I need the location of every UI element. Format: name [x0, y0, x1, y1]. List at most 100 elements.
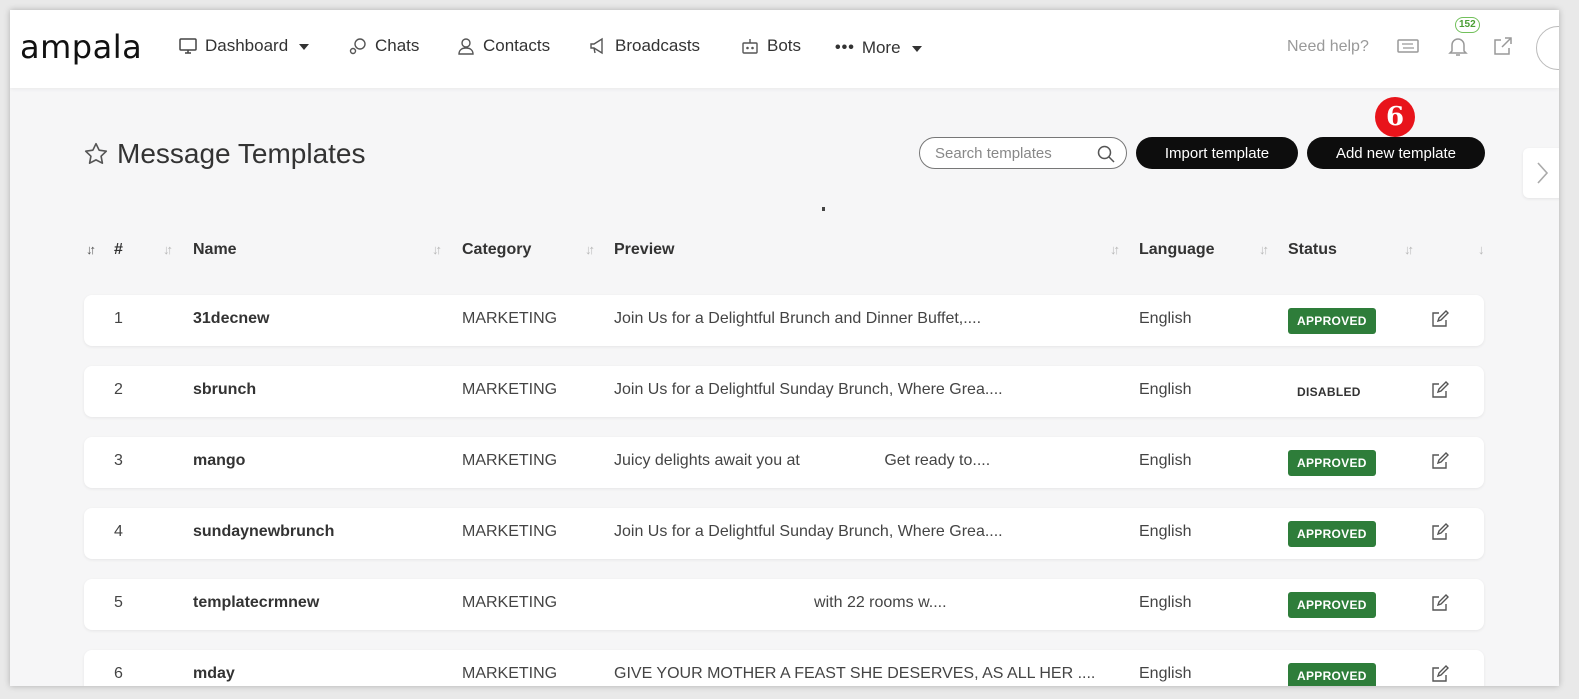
column-category[interactable]: Category: [462, 241, 531, 259]
column-status[interactable]: Status: [1288, 241, 1337, 259]
template-name[interactable]: templatecrmnew: [193, 594, 319, 612]
template-category: MARKETING: [462, 381, 558, 398]
row-number: 1: [114, 310, 123, 327]
column-name[interactable]: Name: [193, 241, 237, 259]
nav-chats-label: Chats: [375, 36, 420, 55]
nav-bots[interactable]: Bots: [740, 36, 801, 56]
chevron-down-icon: [299, 44, 310, 50]
template-preview: Join Us for a Delightful Brunch and Dinn…: [614, 310, 982, 327]
sort-icon[interactable]: ↓↑: [86, 242, 96, 257]
template-preview: GIVE YOUR MOTHER A FEAST SHE DESERVES, A…: [614, 665, 1096, 682]
status-badge: DISABLED: [1297, 385, 1361, 399]
nav-broadcasts-label: Broadcasts: [615, 36, 701, 55]
status-badge: APPROVED: [1288, 308, 1376, 334]
nav-dashboard[interactable]: Dashboard: [178, 36, 310, 56]
chevron-down-icon: [911, 46, 922, 52]
edit-icon[interactable]: [1430, 593, 1450, 613]
template-category: MARKETING: [462, 594, 558, 611]
table-header: ↓↑ # ↓↑ Name ↓↑ Category ↓↑ Preview ↓↑ L…: [84, 238, 1484, 266]
template-preview: Juicy delights await you at Get ready to…: [614, 452, 991, 469]
nav-contacts[interactable]: Contacts: [456, 36, 550, 56]
search-box[interactable]: [919, 137, 1127, 169]
column-index[interactable]: #: [114, 241, 123, 259]
avatar[interactable]: [1536, 26, 1559, 70]
robot-icon: [742, 39, 758, 54]
status-badge: APPROVED: [1288, 450, 1376, 476]
table-row[interactable]: 6 mday MARKETING GIVE YOUR MOTHER A FEAS…: [84, 650, 1484, 686]
column-preview[interactable]: Preview: [614, 241, 674, 259]
edit-icon[interactable]: [1430, 309, 1450, 329]
sort-icon[interactable]: ↓: [1478, 242, 1484, 257]
template-language: English: [1139, 381, 1192, 398]
row-number: 4: [114, 523, 123, 540]
sort-icon[interactable]: ↓↑: [1110, 242, 1120, 257]
app-window: ampala Dashboard Chats Contacts Broadcas…: [10, 10, 1559, 686]
template-name[interactable]: 31decnew: [193, 310, 269, 328]
notification-badge: 152: [1455, 17, 1480, 33]
row-number: 6: [114, 665, 123, 682]
edit-icon[interactable]: [1430, 380, 1450, 400]
template-name[interactable]: sbrunch: [193, 381, 256, 399]
nav-chats[interactable]: Chats: [348, 36, 419, 56]
chat-bubble-icon: [349, 38, 366, 55]
nav-dashboard-label: Dashboard: [205, 36, 289, 55]
template-category: MARKETING: [462, 310, 558, 327]
add-new-template-button[interactable]: Add new template: [1307, 137, 1485, 169]
star-icon[interactable]: [83, 141, 109, 167]
nav-more-label: More: [861, 38, 901, 57]
page-title: Message Templates: [117, 138, 366, 169]
import-template-button[interactable]: Import template: [1136, 137, 1298, 169]
template-preview: Join Us for a Delightful Sunday Brunch, …: [614, 523, 1003, 540]
edit-icon[interactable]: [1430, 522, 1450, 542]
bell-icon[interactable]: [1446, 34, 1470, 58]
sort-icon[interactable]: ↓↑: [432, 242, 442, 257]
table-row[interactable]: 2 sbrunch MARKETING Join Us for a Deligh…: [84, 366, 1484, 417]
template-category: MARKETING: [462, 665, 558, 682]
template-preview: Join Us for a Delightful Sunday Brunch, …: [614, 381, 1003, 398]
monitor-icon: [179, 38, 197, 54]
template-category: MARKETING: [462, 523, 558, 540]
help-link[interactable]: Need help?: [1287, 38, 1369, 56]
row-number: 2: [114, 381, 123, 398]
template-language: English: [1139, 452, 1192, 469]
nav-contacts-label: Contacts: [483, 36, 551, 55]
table-row[interactable]: 5 templatecrmnew MARKETING with 22 rooms…: [84, 579, 1484, 630]
step-marker: 6: [1375, 97, 1415, 137]
edit-icon[interactable]: [1430, 451, 1450, 471]
template-name[interactable]: mday: [193, 665, 235, 683]
template-language: English: [1139, 594, 1192, 611]
sort-icon[interactable]: ↓↑: [585, 242, 595, 257]
page-header: Message Templates: [83, 138, 366, 170]
share-icon[interactable]: [1491, 34, 1515, 58]
nav-bots-label: Bots: [767, 36, 802, 55]
row-number: 3: [114, 452, 123, 469]
template-name[interactable]: mango: [193, 452, 245, 470]
template-name[interactable]: sundaynewbrunch: [193, 523, 334, 541]
nav-more[interactable]: ••• More: [835, 38, 922, 58]
search-icon[interactable]: [1096, 144, 1116, 164]
status-badge: APPROVED: [1288, 521, 1376, 547]
megaphone-icon: [590, 37, 603, 55]
sort-icon[interactable]: ↓↑: [1404, 242, 1414, 257]
sort-icon[interactable]: ↓↑: [163, 242, 173, 257]
edit-icon[interactable]: [1430, 664, 1450, 684]
brand-logo[interactable]: ampala: [20, 28, 142, 66]
expand-panel-button[interactable]: [1523, 148, 1559, 198]
column-language[interactable]: Language: [1139, 241, 1215, 259]
search-input[interactable]: [920, 138, 1090, 168]
table-row[interactable]: 3 mango MARKETING Juicy delights await y…: [84, 437, 1484, 488]
transfer-icon[interactable]: [1396, 34, 1420, 58]
row-number: 5: [114, 594, 123, 611]
template-category: MARKETING: [462, 452, 558, 469]
dots-icon: •••: [835, 39, 855, 56]
template-language: English: [1139, 310, 1192, 327]
chevron-right-icon: [1537, 162, 1549, 184]
table-row[interactable]: 1 31decnew MARKETING Join Us for a Delig…: [84, 295, 1484, 346]
nav-broadcasts[interactable]: Broadcasts: [588, 36, 700, 56]
sort-icon[interactable]: ↓↑: [1259, 242, 1269, 257]
top-navbar: ampala Dashboard Chats Contacts Broadcas…: [10, 10, 1559, 88]
mouse-cursor: [822, 207, 825, 211]
template-language: English: [1139, 523, 1192, 540]
person-icon: [458, 38, 474, 55]
table-row[interactable]: 4 sundaynewbrunch MARKETING Join Us for …: [84, 508, 1484, 559]
